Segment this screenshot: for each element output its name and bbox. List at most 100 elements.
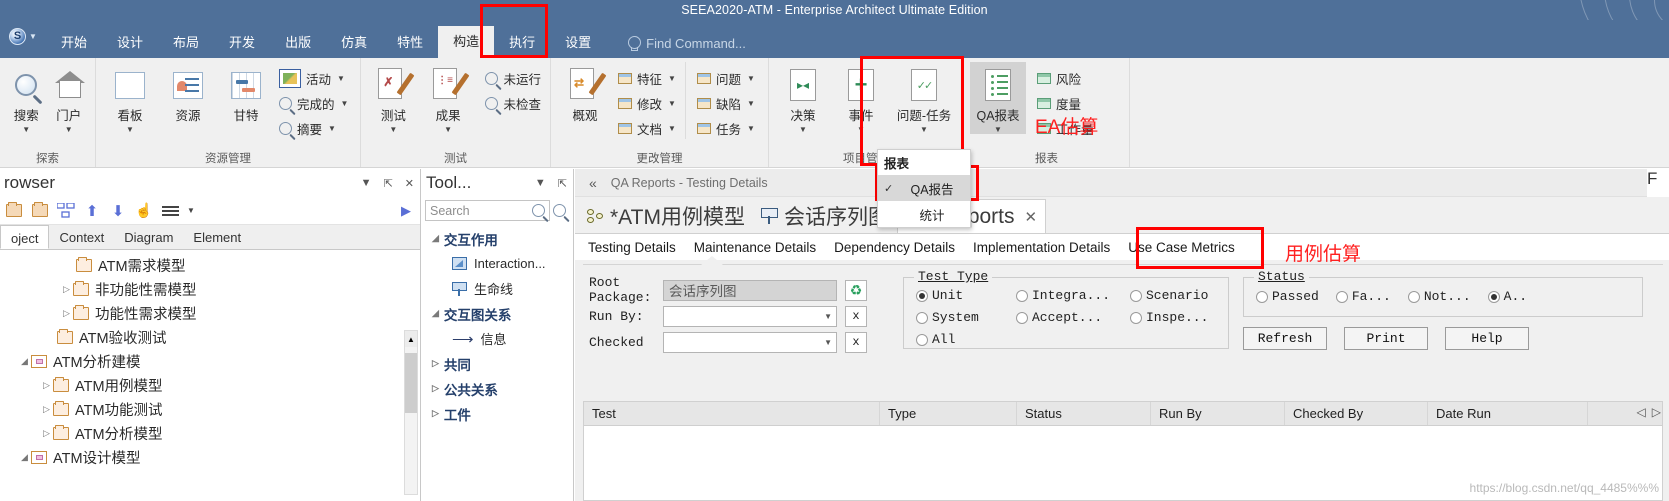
ribbon-tab-simulate[interactable]: 仿真 [326,28,382,58]
chevron-down-icon[interactable]: ▼ [668,99,676,108]
browser-tab-context[interactable]: Context [49,225,114,249]
find-command-box[interactable]: Find Command... [628,28,746,58]
expander-icon[interactable]: ◢ [432,308,439,319]
expander-icon[interactable]: ◢ [18,452,31,463]
ribbon-button-not-run[interactable]: 未运行 [482,67,544,89]
ribbon-button-change[interactable]: 修改 ▼ [615,92,679,114]
expander-icon[interactable]: ▷ [432,358,439,369]
expander-icon[interactable]: ▷ [60,308,73,319]
expander-icon[interactable]: ▷ [40,428,53,439]
chevron-down-icon[interactable]: ▼ [799,126,807,134]
radio-scenario[interactable]: Scenario [1130,288,1208,303]
ribbon-button-activity[interactable]: 活动 ▼ [276,67,351,89]
expander-icon[interactable]: ◢ [18,356,31,367]
tree-item[interactable]: ◢ ATM分析建模 [0,349,420,373]
checked-dropdown[interactable]: ▼ [663,331,837,353]
ribbon-tab-layout[interactable]: 布局 [158,28,214,58]
ribbon-tab-design[interactable]: 设计 [102,28,158,58]
open-folder-icon[interactable] [30,202,50,220]
ribbon-tab-execute[interactable]: 执行 [494,28,550,58]
chevron-down-icon[interactable]: ▼ [22,126,30,134]
tab-testing-details[interactable]: Testing Details [579,234,685,261]
document-tab-sequence-diagram[interactable]: 会话序列图 [753,199,897,233]
chevron-down-icon[interactable]: ▼ [65,126,73,134]
print-button[interactable]: Print [1344,327,1428,350]
chevron-down-icon[interactable]: ▼ [857,126,865,134]
search-go-icon[interactable] [553,204,566,217]
menu-item-qa-report[interactable]: ✓ QA报告 [878,175,970,201]
ribbon-button-issue[interactable]: 问题 ▼ [694,67,758,89]
ribbon-button-defect[interactable]: 缺陷 ▼ [694,92,758,114]
grid-column-date-run[interactable]: Date Run [1428,402,1588,425]
ribbon-tab-start[interactable]: 开始 [46,28,102,58]
toolbox-group-public-relations[interactable]: ▷ 公共关系 [422,376,573,401]
nav-next-icon[interactable]: ▷ [1652,405,1661,419]
collapse-icon[interactable]: « [575,175,611,191]
browser-vertical-scrollbar[interactable]: ▲ [404,330,418,495]
radio-system[interactable]: System [916,310,994,325]
expand-right-icon[interactable]: ▶ [396,202,416,220]
radio-all-status[interactable]: A.. [1487,289,1527,304]
expander-icon[interactable]: ▷ [40,380,53,391]
chevron-down-icon[interactable]: ▼ [994,126,1002,134]
tree-item[interactable]: ▷ ATM功能测试 [0,397,420,421]
tab-dependency-details[interactable]: Dependency Details [825,234,964,261]
ribbon-button-summary[interactable]: 摘要 ▼ [276,117,351,139]
toolbox-item-message[interactable]: ⟶ 信息 [422,326,573,351]
ribbon-tab-develop[interactable]: 开发 [214,28,270,58]
radio-not-run[interactable]: Not... [1407,289,1471,304]
toolbox-group-artifact[interactable]: ▷ 工件 [422,401,573,426]
radio-acceptance[interactable]: Accept... [1016,310,1108,325]
menu-item-statistics[interactable]: 统计 [878,201,970,227]
menu-chevron-down-icon[interactable]: ▼ [186,202,196,220]
run-by-clear-button[interactable]: x [845,305,867,327]
ribbon-button-resource[interactable]: 资源 [160,62,216,124]
expander-icon[interactable]: ▷ [40,404,53,415]
move-up-icon[interactable]: ⬆ [82,202,102,220]
chevron-down-icon[interactable]: ▼ [747,124,755,133]
ribbon-button-not-checked[interactable]: 未检查 [482,92,544,114]
grid-column-status[interactable]: Status [1017,402,1151,425]
ribbon-button-gantt[interactable]: 甘特 [218,62,274,124]
select-icon[interactable]: ☝ [134,202,154,220]
nav-prev-icon[interactable]: ◁ [1637,405,1646,419]
pin-icon[interactable]: ⇱ [552,177,573,190]
ribbon-tab-publish[interactable]: 出版 [270,28,326,58]
browser-tab-diagram[interactable]: Diagram [114,225,183,249]
chevron-down-icon[interactable]: ▼ [328,124,336,133]
toolbox-group-common[interactable]: ▷ 共同 [422,351,573,376]
chevron-down-icon[interactable]: ▼ [747,74,755,83]
logo-chevron-down-icon[interactable]: ▼ [29,32,37,41]
chevron-down-icon[interactable]: ▼ [126,126,134,134]
radio-integration[interactable]: Integra... [1016,288,1110,303]
help-button[interactable]: Help [1445,327,1529,350]
tree-item[interactable]: ◢ ATM设计模型 [0,445,420,469]
expander-icon[interactable]: ▷ [432,383,439,394]
radio-unit[interactable]: Unit [916,288,994,303]
radio-failed[interactable]: Fa... [1335,289,1391,304]
browser-tab-project[interactable]: oject [0,225,50,249]
pin-icon[interactable]: ⇱ [378,177,399,190]
ribbon-button-task[interactable]: 任务 ▼ [694,117,758,139]
menu-icon[interactable] [160,202,180,220]
ribbon-button-issue-task[interactable]: 问题-任务 ▼ [891,62,957,134]
chevron-down-icon[interactable]: ▼ [337,74,345,83]
ribbon-button-overview[interactable]: ⇄ 概观 [557,62,613,124]
tree-item[interactable]: ATM需求模型 [0,253,420,277]
chevron-down-icon[interactable]: ▼ [389,126,397,134]
app-logo-icon[interactable]: ▼ [0,20,46,58]
browser-tab-element[interactable]: Element [183,225,251,249]
ribbon-button-result[interactable]: ⋮≡ 成果 ▼ [422,62,475,134]
chevron-down-icon[interactable]: ▼ [920,126,928,134]
toolbox-search-input[interactable]: Search [425,200,550,221]
chevron-down-icon[interactable]: ▼ [668,74,676,83]
radio-inspection[interactable]: Inspe... [1130,310,1208,325]
ribbon-button-portal[interactable]: 门户 ▼ [49,62,90,134]
ribbon-tab-specialize[interactable]: 特性 [382,28,438,58]
toolbox-group-interaction-relationships[interactable]: ◢ 交互图关系 [422,301,573,326]
ribbon-button-completed[interactable]: 完成的 ▼ [276,92,351,114]
tree-item[interactable]: ▷ ATM分析模型 [0,421,420,445]
radio-all[interactable]: All [916,332,955,347]
ribbon-button-search[interactable]: 搜索 ▼ [6,62,47,134]
ribbon-button-risk[interactable]: 风险 [1034,67,1097,89]
